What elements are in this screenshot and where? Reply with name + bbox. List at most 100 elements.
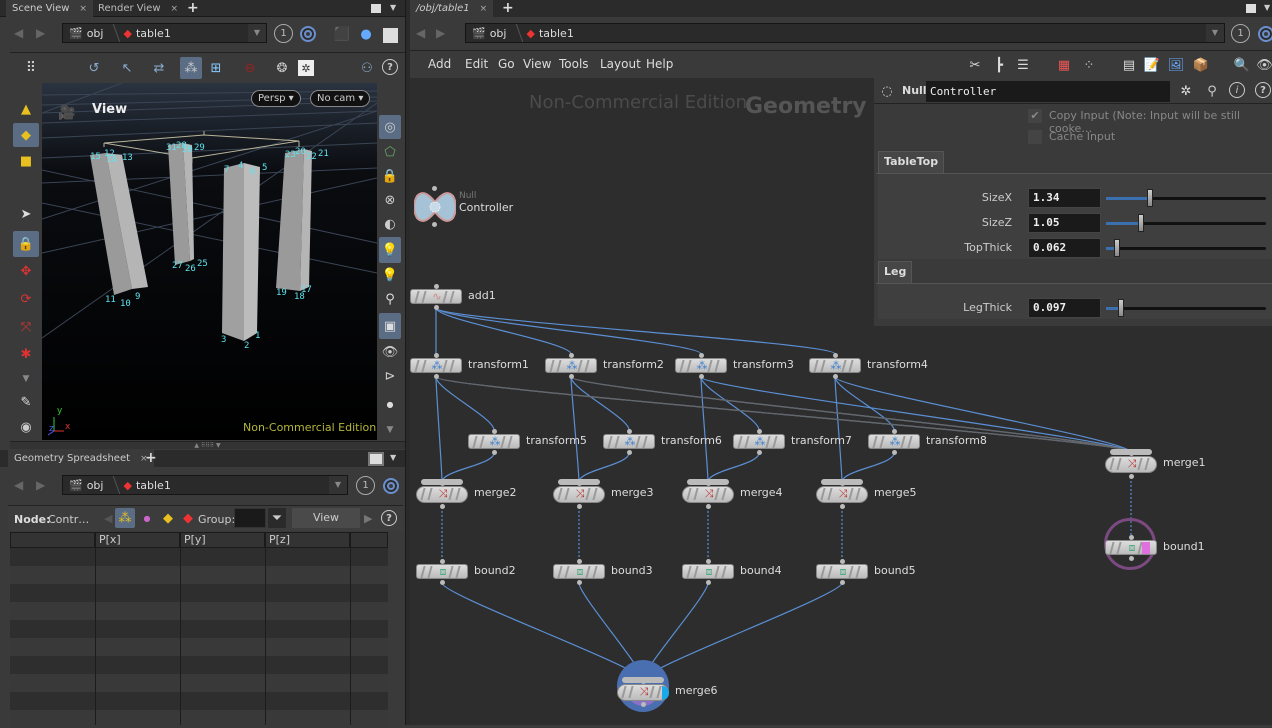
node-transform3[interactable]: ⁂ [675, 358, 727, 373]
connector-port[interactable] [757, 429, 762, 434]
path-root[interactable]: obj [87, 27, 104, 40]
prev-icon[interactable]: ◀ [104, 512, 112, 525]
connector-port[interactable] [840, 559, 845, 564]
back-arrow-icon[interactable]: ◀ [14, 26, 23, 40]
wire[interactable] [441, 452, 495, 483]
connector-port[interactable] [833, 353, 838, 358]
dynamics-mode-icon[interactable]: ■ [13, 149, 39, 173]
connector-port[interactable] [440, 559, 445, 564]
slider-knob[interactable] [1147, 189, 1154, 207]
connector-port[interactable] [641, 679, 646, 684]
connector-port[interactable] [432, 222, 437, 227]
pane-menu-icon[interactable]: ▼ [1264, 3, 1270, 12]
node-controller[interactable] [413, 190, 457, 224]
grid-dots-icon[interactable]: ⠿ [22, 59, 40, 77]
close-icon[interactable]: × [480, 4, 488, 14]
node-name-field[interactable]: Controller [926, 81, 1170, 102]
next-icon[interactable]: ▶ [364, 512, 372, 525]
param-field-sizez[interactable]: 1.05 [1028, 213, 1101, 233]
node-transform5[interactable]: ⁂ [468, 434, 520, 449]
select-move-icon[interactable]: ⇄ [150, 59, 168, 77]
section-tab-leg[interactable]: Leg [878, 261, 913, 283]
table-row[interactable] [10, 692, 388, 710]
connector-port[interactable] [1129, 474, 1134, 479]
path-node[interactable]: table1 [136, 479, 171, 492]
help-icon[interactable]: ? [1255, 82, 1271, 98]
param-field-topthick[interactable]: 0.062 [1028, 238, 1101, 258]
param-slider-topthick[interactable] [1106, 239, 1266, 257]
connector-port[interactable] [1129, 556, 1134, 561]
path-breadcrumb[interactable]: 🎬 obj ◆ table1 ▼ [465, 23, 1225, 43]
pose-tool-icon[interactable]: ✱ [15, 343, 37, 365]
connector-port[interactable] [577, 504, 582, 509]
select-tool-icon[interactable]: ➤ [15, 203, 37, 225]
lock-selection-icon[interactable]: 🔒 [13, 231, 39, 257]
pane-maximize-icon[interactable] [368, 452, 384, 466]
high-quality-light-icon[interactable]: 💡 [379, 264, 401, 286]
connector-port[interactable] [757, 450, 762, 455]
column-header-py[interactable]: P[y] [180, 532, 265, 548]
no-light-icon[interactable]: ⊗ [379, 189, 401, 211]
connector-port[interactable] [892, 429, 897, 434]
connector-port[interactable] [706, 504, 711, 509]
users-icon[interactable]: ⚇ [358, 59, 376, 77]
connector-port[interactable] [699, 353, 704, 358]
connector-port[interactable] [1129, 451, 1134, 456]
visibility-eye-icon[interactable]: 👁 [1256, 56, 1272, 74]
zoom-select-icon[interactable]: ⊞ [207, 59, 225, 77]
node-transform4[interactable]: ⁂ [809, 358, 861, 373]
pin-number-button[interactable]: 1 [274, 24, 293, 43]
wire[interactable] [435, 307, 702, 355]
filter-icon[interactable]: ⏷ [268, 508, 286, 528]
table-row[interactable] [10, 548, 388, 566]
node-merge3[interactable]: ⤨ [553, 486, 605, 503]
node-bound1[interactable]: ⧈ [1105, 540, 1157, 555]
spreadsheet-table[interactable]: P[x] P[y] P[z] [10, 532, 388, 728]
back-arrow-icon[interactable]: ◀ [14, 478, 23, 492]
camera-light-icon[interactable]: ❂ [273, 59, 291, 77]
menu-tools[interactable]: Tools [559, 57, 589, 71]
camera-menu[interactable]: No cam ▾ [310, 90, 371, 107]
path-root[interactable]: obj [87, 479, 104, 492]
wire[interactable] [834, 376, 843, 483]
help-icon[interactable]: ? [382, 59, 398, 75]
viewport-3d[interactable]: 15 12 14 13 31 28 30 29 7 4 6 5 23 20 22 21 11 10 9 27 26 25 1… [42, 83, 377, 440]
visualize-icon[interactable]: 👁 [379, 341, 401, 363]
connector-port[interactable] [706, 580, 711, 585]
help-icon[interactable]: ? [381, 510, 397, 526]
forward-arrow-icon[interactable]: ▶ [36, 26, 45, 40]
null-node-icon[interactable]: ◌ [879, 83, 895, 99]
slider-knob[interactable] [1118, 299, 1125, 317]
node-transform7[interactable]: ⁂ [733, 434, 785, 449]
pane-menu-icon[interactable]: ▼ [390, 3, 396, 12]
path-dropdown-icon[interactable]: ▼ [329, 476, 347, 494]
connector-port[interactable] [440, 580, 445, 585]
path-node[interactable]: table1 [136, 27, 171, 40]
points-mode-icon[interactable]: ⁂ [115, 508, 135, 528]
table-row[interactable] [10, 566, 388, 584]
view-button[interactable]: View [292, 508, 360, 528]
lock-camera-icon[interactable]: 🔒 [379, 165, 401, 187]
film-reel-icon[interactable]: ◉ [15, 416, 37, 438]
display-eye-icon[interactable]: ◎ [379, 115, 401, 139]
handle-tool-icon[interactable]: ✎ [15, 391, 37, 413]
wire[interactable] [441, 582, 644, 681]
geometry-mode-icon[interactable]: ◆ [13, 123, 39, 147]
tab-network[interactable]: /obj/table1 × [410, 0, 494, 17]
connector-port[interactable] [440, 481, 445, 486]
connector-port[interactable] [434, 353, 439, 358]
group-field[interactable] [234, 508, 266, 528]
column-header[interactable] [350, 532, 388, 548]
detail-mode-icon[interactable]: ◆ [178, 508, 198, 528]
package-icon[interactable]: 📦 [1192, 56, 1210, 74]
wire[interactable] [700, 376, 709, 483]
pane-splitter[interactable]: ▲ ⠿⠿⠿ ▼ [10, 441, 405, 449]
scale-tool-icon[interactable]: ⤧ [15, 316, 37, 338]
connector-port[interactable] [577, 481, 582, 486]
display-flag[interactable] [1142, 542, 1150, 554]
spreadsheet-scrollbar[interactable] [390, 532, 405, 725]
smooth-shaded-icon[interactable]: ▣ [379, 313, 401, 339]
menu-view[interactable]: View [523, 57, 551, 71]
node-bound5[interactable]: ⧈ [816, 564, 868, 579]
tab-geometry-spreadsheet[interactable]: Geometry Spreadsheet × [8, 450, 154, 467]
